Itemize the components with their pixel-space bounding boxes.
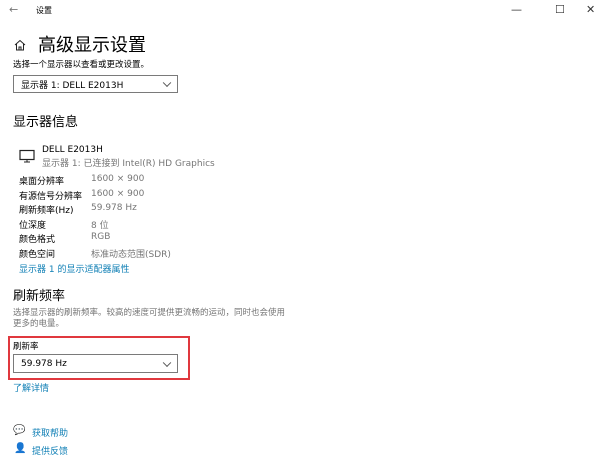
- feedback-link[interactable]: 提供反馈: [32, 444, 68, 457]
- info-row-label: 有源信号分辨率: [19, 191, 83, 202]
- monitor-connection: 显示器 1: 已连接到 Intel(R) HD Graphics: [42, 159, 215, 169]
- refresh-desc-2: 更多的电量。: [13, 319, 65, 329]
- page-title: 高级显示设置: [38, 35, 146, 56]
- monitor-icon: [19, 148, 35, 163]
- info-row-value: 1600 × 900: [91, 174, 145, 184]
- minimize-button[interactable]: —: [511, 3, 522, 16]
- back-icon[interactable]: ←: [9, 3, 18, 16]
- refresh-rate-value: 59.978 Hz: [21, 358, 67, 369]
- window-title: 设置: [36, 6, 52, 15]
- feedback-icon: 👤: [14, 443, 27, 454]
- refresh-rate-select[interactable]: 59.978 Hz: [13, 354, 178, 373]
- info-row-value: 1600 × 900: [91, 188, 145, 199]
- learn-more-link[interactable]: 了解详情: [13, 381, 49, 394]
- info-row-value: 8 位: [91, 220, 109, 231]
- display-info-heading: 显示器信息: [13, 115, 79, 130]
- refresh-rate-label: 刷新率: [13, 342, 39, 352]
- home-icon[interactable]: [14, 36, 26, 51]
- adapter-properties-link[interactable]: 显示器 1 的显示适配器属性: [19, 262, 129, 275]
- maximize-button[interactable]: ☐: [555, 3, 565, 16]
- display-select-value: 显示器 1: DELL E2013H: [21, 80, 124, 91]
- display-select[interactable]: 显示器 1: DELL E2013H: [13, 75, 178, 93]
- monitor-name: DELL E2013H: [42, 145, 103, 155]
- info-row-label: 位深度: [19, 220, 47, 231]
- info-row-label: 桌面分辨率: [19, 177, 65, 187]
- chevron-down-icon: [162, 358, 172, 367]
- info-row-value: 59.978 Hz: [91, 203, 137, 214]
- get-help-link[interactable]: 获取帮助: [32, 426, 68, 439]
- close-button[interactable]: ✕: [586, 3, 595, 16]
- info-row-value: 标准动态范围(SDR): [91, 250, 171, 260]
- info-row-label: 颜色空间: [19, 250, 56, 260]
- info-row-value: RGB: [91, 232, 111, 243]
- refresh-heading: 刷新频率: [13, 289, 66, 304]
- display-prompt: 选择一个显示器以查看或更改设置。: [13, 60, 150, 70]
- help-icon: 💬: [13, 425, 26, 436]
- chevron-down-icon: [162, 78, 172, 88]
- info-row-label: 刷新频率(Hz): [19, 206, 74, 217]
- info-row-label: 颜色格式: [19, 235, 56, 246]
